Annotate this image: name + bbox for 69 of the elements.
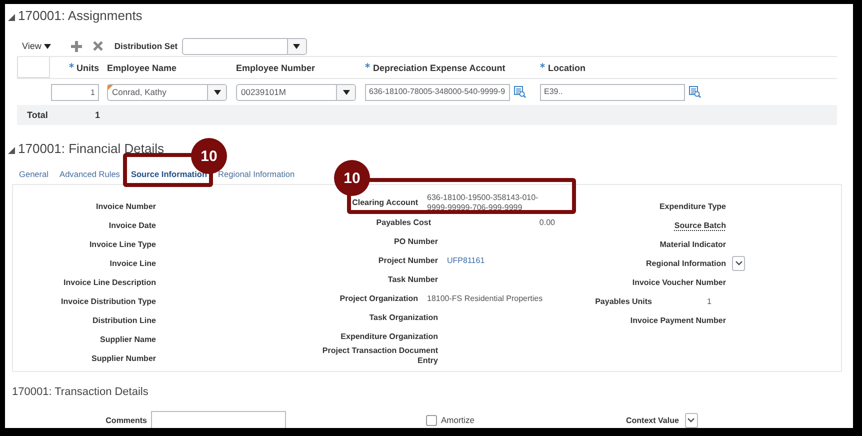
- caret-icon: [214, 90, 220, 94]
- column-header: Employee Number: [236, 62, 316, 72]
- search-icon[interactable]: [514, 86, 526, 98]
- field-label: Clearing Account: [351, 198, 418, 208]
- field-label: Project Transaction Document Entry: [321, 346, 438, 366]
- dropdown[interactable]: [684, 412, 698, 428]
- field-label: Invoice Voucher Number: [631, 278, 726, 287]
- view-menu[interactable]: View: [22, 41, 52, 51]
- caret-icon: [44, 44, 52, 48]
- field-label: Expenditure Organization: [340, 332, 438, 342]
- field-label: Invoice Line: [108, 259, 156, 268]
- field-label: Regional Information: [645, 259, 726, 268]
- location-field[interactable]: E39..: [540, 84, 685, 100]
- project-link[interactable]: UFP81161: [447, 256, 485, 265]
- field-label: Invoice Distribution Type: [60, 297, 156, 306]
- chevron-icon: [687, 418, 696, 422]
- units-field[interactable]: 1: [51, 84, 99, 100]
- field-label: Project Organization: [338, 294, 418, 304]
- field-value: 636-18100-19500-358143-010-9999-99999-706-999-9999: [427, 193, 540, 213]
- field-label: Project Number: [377, 256, 438, 266]
- field-label: Material Indicator: [658, 240, 726, 249]
- field-label: Invoice Line Description: [62, 278, 156, 287]
- field-label: Task Number: [386, 274, 438, 284]
- field-label: Supplier Number: [90, 354, 156, 363]
- comments-field[interactable]: [151, 411, 286, 428]
- tab[interactable]: Advanced Rules: [60, 169, 120, 179]
- dropdown[interactable]: [732, 256, 745, 271]
- account-field[interactable]: 636-18100-78005-348000-540-9999-9: [365, 84, 510, 100]
- field-label: Invoice Date: [108, 221, 156, 230]
- caret-icon: [342, 90, 350, 94]
- column-header: Employee Name: [107, 62, 178, 72]
- field-label: Supplier Name: [98, 335, 156, 344]
- field-label: Invoice Payment Number: [629, 316, 726, 325]
- field-label: Distribution Set: [114, 41, 178, 51]
- section-title: 170001: Financial Details: [18, 141, 164, 156]
- field-label: Expenditure Type: [658, 202, 726, 211]
- search-icon[interactable]: [689, 86, 701, 98]
- field-label: Payables Units: [594, 297, 652, 306]
- add-icon[interactable]: [71, 40, 82, 52]
- field-label: Invoice Line Type: [88, 240, 156, 249]
- field-label: Comments: [104, 416, 147, 424]
- total-label: Total: [26, 110, 49, 120]
- field-label: Context Value: [626, 416, 679, 424]
- collapse-icon[interactable]: [8, 146, 15, 154]
- field-value: 0.00: [538, 218, 555, 227]
- field-value: 1: [707, 296, 712, 306]
- field-label: Task Organization: [368, 312, 438, 322]
- step-badge: 10: [334, 160, 370, 196]
- field-label: Payables Cost: [375, 218, 431, 228]
- section-title: 170001: Transaction Details: [12, 386, 148, 398]
- field-value: 18100-FS Residential Properties: [427, 294, 544, 304]
- checkbox[interactable]: [426, 414, 437, 426]
- column-header: Units: [50, 62, 107, 72]
- column-header: Depreciation Expense Account: [365, 62, 540, 72]
- field-label: Distribution Line: [91, 316, 156, 325]
- checkbox-label: Amortize: [441, 415, 475, 425]
- section-title: 170001: Assignments: [18, 8, 142, 23]
- field-label: PO Number: [392, 236, 438, 246]
- total-value: 1: [95, 110, 100, 120]
- field-label: Source Batch: [673, 221, 726, 230]
- employee-number-dropdown[interactable]: 00239101M: [236, 84, 356, 100]
- caret-icon: [293, 44, 300, 48]
- chevron-icon: [734, 261, 742, 266]
- delete-icon[interactable]: [93, 41, 104, 51]
- field-label: Invoice Number: [94, 202, 156, 211]
- tab[interactable]: General: [19, 169, 49, 179]
- collapse-icon[interactable]: [8, 14, 15, 20]
- column-header: Location: [540, 62, 710, 72]
- employee-name-dropdown[interactable]: Conrad, Kathy: [107, 84, 227, 100]
